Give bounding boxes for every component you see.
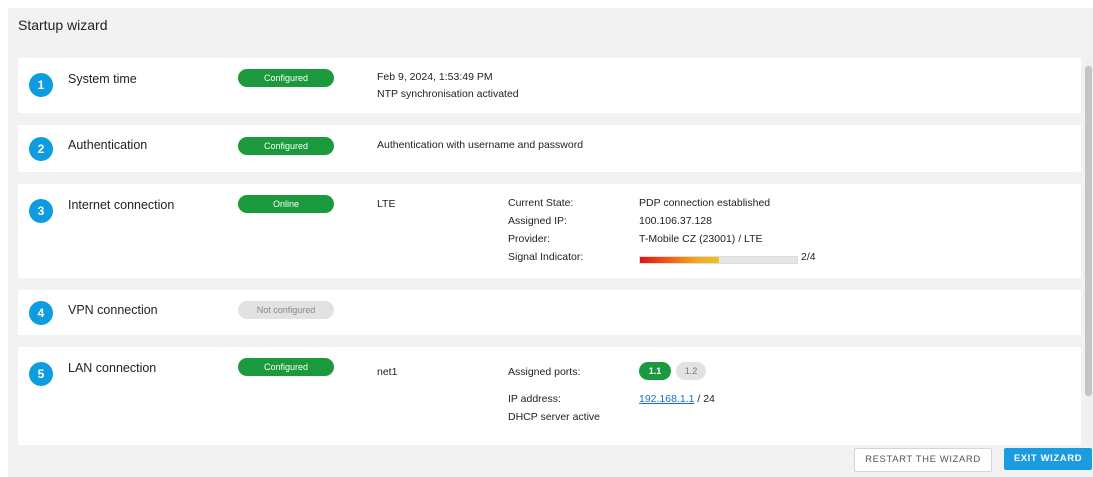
exit-wizard-button[interactable]: EXIT WIZARD (1004, 448, 1092, 470)
assigned-ports-label: Assigned ports: (508, 366, 581, 378)
step-title: Authentication (68, 138, 148, 152)
assigned-ip-value: 100.106.37.128 (639, 215, 712, 227)
dhcp-status-text: DHCP server active (508, 411, 600, 423)
ip-address-value: 192.168.1.1 / 24 (639, 393, 715, 405)
signal-strength-bar (639, 256, 798, 264)
step-title: Internet connection (68, 198, 175, 212)
status-badge: Configured (238, 358, 334, 376)
step-number: 3 (29, 199, 53, 223)
current-state-label: Current State: (508, 197, 574, 209)
step-number: 4 (29, 301, 53, 325)
current-state-value: PDP connection established (639, 197, 771, 209)
scrollbar[interactable] (1085, 58, 1092, 445)
date-time-text: Feb 9, 2024, 1:53:49 PM (377, 71, 493, 83)
port-1-1-chip[interactable]: 1.1 (639, 362, 671, 380)
scrollbar-thumb[interactable] (1085, 66, 1092, 396)
step-card-lan-connection: 5 LAN connection Configured net1 Assigne… (18, 347, 1081, 445)
assigned-ip-label: Assigned IP: (508, 215, 567, 227)
step-number: 2 (29, 137, 53, 161)
step-card-vpn-connection: 4 VPN connection Not configured (18, 290, 1081, 335)
step-number: 5 (29, 362, 53, 386)
step-title: System time (68, 72, 137, 86)
auth-method-text: Authentication with username and passwor… (377, 139, 584, 151)
step-title: VPN connection (68, 303, 158, 317)
signal-indicator-label: Signal Indicator: (508, 251, 584, 263)
steps-list: 1 System time Configured Feb 9, 2024, 1:… (18, 58, 1083, 445)
signal-strength-fill (640, 257, 719, 263)
step-card-authentication: 2 Authentication Configured Authenticati… (18, 125, 1081, 172)
provider-label: Provider: (508, 233, 551, 245)
step-title: LAN connection (68, 361, 157, 375)
ip-address-label: IP address: (508, 393, 561, 405)
step-card-system-time: 1 System time Configured Feb 9, 2024, 1:… (18, 58, 1081, 113)
restart-wizard-button[interactable]: RESTART THE WIZARD (854, 448, 992, 472)
step-card-internet-connection: 3 Internet connection Online LTE Current… (18, 184, 1081, 278)
status-badge: Online (238, 195, 334, 213)
signal-strength-text: 2/4 (801, 251, 816, 263)
interface-name: LTE (377, 198, 396, 210)
interface-name: net1 (377, 366, 398, 378)
status-badge: Configured (238, 137, 334, 155)
ip-address-link[interactable]: 192.168.1.1 (639, 393, 694, 405)
status-badge: Not configured (238, 301, 334, 319)
step-number: 1 (29, 73, 53, 97)
port-1-2-chip[interactable]: 1.2 (676, 362, 706, 380)
provider-value: T-Mobile CZ (23001) / LTE (639, 233, 763, 245)
status-badge: Configured (238, 69, 334, 87)
ip-prefix: / 24 (694, 393, 715, 405)
ntp-status-text: NTP synchronisation activated (377, 88, 519, 100)
step-details: Feb 9, 2024, 1:53:49 PM NTP synchronisat… (377, 69, 519, 103)
wizard-panel: Startup wizard 1 System time Configured … (8, 8, 1093, 477)
page-title: Startup wizard (18, 17, 108, 33)
